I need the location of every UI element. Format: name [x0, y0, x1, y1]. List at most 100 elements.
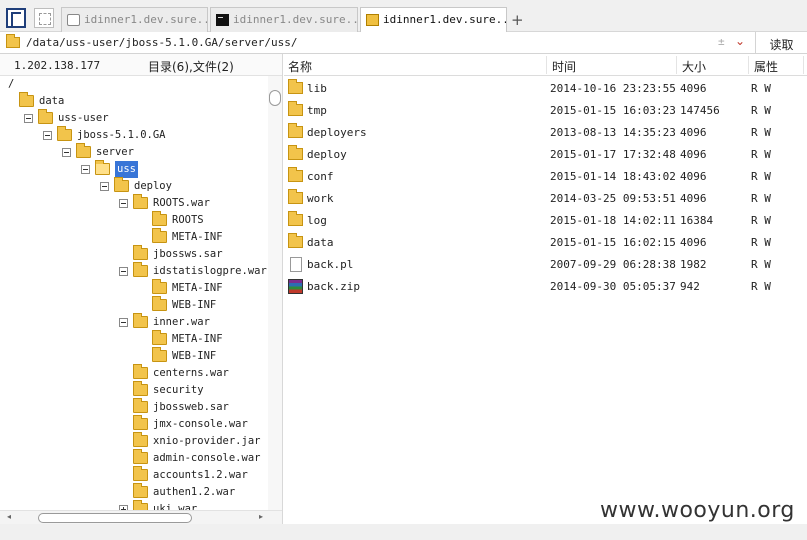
column-time[interactable]: 时间 — [552, 58, 576, 75]
read-button[interactable]: 读取 — [755, 32, 807, 54]
new-tab-button[interactable]: + — [511, 11, 524, 29]
tab-document[interactable]: idinner1.dev.sure... — [61, 7, 208, 32]
tree-node-label: META-INF — [172, 231, 223, 243]
tree-node-label: accounts1.2.war — [153, 469, 248, 481]
tree-node-label: META-INF — [172, 282, 223, 294]
tree-node-label: uss — [115, 161, 138, 178]
file-attr: R W — [751, 170, 771, 183]
file-size: 4096 — [680, 148, 707, 161]
file-time: 2015-01-17 17:32:48 — [550, 148, 676, 161]
file-name: conf — [307, 170, 334, 183]
folder-icon — [6, 34, 20, 48]
tab-file-manager[interactable]: idinner1.dev.sure... — [360, 7, 507, 33]
file-attr: R W — [751, 214, 771, 227]
folder-icon — [95, 160, 110, 175]
file-row[interactable]: deployers 2013-08-13 14:35:23 4096 R W — [284, 122, 807, 144]
tree-node-label: jbossweb.sar — [153, 401, 229, 413]
file-size: 4096 — [680, 126, 707, 139]
folder-icon — [288, 79, 303, 94]
folder-icon — [133, 398, 148, 413]
tree-node-label: ROOTS.war — [153, 197, 210, 209]
folder-icon — [76, 143, 91, 158]
file-size: 4096 — [680, 192, 707, 205]
collapse-icon[interactable] — [24, 114, 33, 123]
scroll-thumb[interactable] — [269, 90, 281, 106]
folder-icon — [133, 483, 148, 498]
file-row[interactable]: back.pl 2007-09-29 06:28:38 1982 R W — [284, 254, 807, 276]
folder-icon — [366, 14, 379, 26]
collapse-icon[interactable] — [100, 182, 109, 191]
file-row[interactable]: deploy 2015-01-17 17:32:48 4096 R W — [284, 144, 807, 166]
file-size: 4096 — [680, 82, 707, 95]
tab-terminal[interactable]: idinner1.dev.sure... — [210, 7, 358, 32]
tree-node-label: inner.war — [153, 316, 210, 328]
folder-icon — [38, 109, 53, 124]
scroll-right-icon[interactable]: ▸ — [259, 512, 263, 521]
file-row[interactable]: data 2015-01-15 16:02:15 4096 R W — [284, 232, 807, 254]
column-size[interactable]: 大小 — [682, 58, 706, 75]
folder-icon — [152, 279, 167, 294]
file-name: log — [307, 214, 327, 227]
folder-icon — [152, 228, 167, 243]
file-row[interactable]: log 2015-01-18 14:02:11 16384 R W — [284, 210, 807, 232]
file-row[interactable]: conf 2015-01-14 18:43:02 4096 R W — [284, 166, 807, 188]
file-row[interactable]: work 2014-03-25 09:53:51 4096 R W — [284, 188, 807, 210]
tree-node-label: server — [96, 146, 134, 158]
file-size: 4096 — [680, 170, 707, 183]
tree-node-label: jboss-5.1.0.GA — [77, 129, 166, 141]
file-size: 942 — [680, 280, 700, 293]
scroll-left-icon[interactable]: ◂ — [7, 512, 11, 521]
tree-node-label: uki.war — [153, 503, 198, 510]
collapse-icon[interactable] — [62, 148, 71, 157]
file-name: data — [307, 236, 334, 249]
folder-icon — [288, 189, 303, 204]
collapse-icon[interactable] — [119, 318, 128, 327]
tree-node-label: admin-console.war — [153, 452, 261, 464]
folder-icon — [133, 364, 148, 379]
file-attr: R W — [751, 192, 771, 205]
collapse-icon[interactable] — [119, 199, 128, 208]
collapse-icon[interactable] — [81, 165, 90, 174]
folder-icon — [133, 194, 148, 209]
file-row[interactable]: tmp 2015-01-15 16:03:23 147456 R W — [284, 100, 807, 122]
tree-node-label: centerns.war — [153, 367, 229, 379]
directory-tree: / data uss-user jboss-5.1.0.GA server uss depl… — [0, 76, 268, 510]
tree-node-label: data — [39, 95, 65, 107]
chevron-down-icon[interactable]: ⌄ — [735, 34, 745, 48]
collapse-icon[interactable] — [119, 267, 128, 276]
file-list-header: 名称 时间 大小 属性 — [284, 54, 807, 76]
folder-icon — [133, 466, 148, 481]
column-name[interactable]: 名称 — [288, 58, 312, 75]
file-row[interactable]: back.zip 2014-09-30 05:05:37 942 R W — [284, 276, 807, 298]
file-time: 2013-08-13 14:35:23 — [550, 126, 676, 139]
file-row[interactable]: lib 2014-10-16 23:23:55 4096 R W — [284, 78, 807, 100]
file-name: back.pl — [307, 258, 354, 271]
folder-icon — [152, 330, 167, 345]
tree-node-label: idstatislogpre.war — [153, 265, 267, 277]
scroll-thumb[interactable] — [38, 513, 192, 523]
file-attr: R W — [751, 258, 771, 271]
file-size: 147456 — [680, 104, 720, 117]
tree-vertical-scrollbar[interactable] — [268, 76, 282, 510]
file-attr: R W — [751, 82, 771, 95]
info-bar: 1.202.138.177 目录(6),文件(2) — [0, 54, 282, 76]
file-name: deploy — [307, 148, 347, 161]
screenshot-icon[interactable] — [34, 8, 54, 28]
column-attr[interactable]: 属性 — [754, 58, 778, 75]
tree-node-label: META-INF — [172, 333, 223, 345]
folder-icon — [19, 92, 34, 107]
tree-panel: 1.202.138.177 目录(6),文件(2) / data uss-user j… — [0, 54, 283, 524]
tree-horizontal-scrollbar[interactable]: ◂ ▸ — [0, 510, 282, 524]
archive-icon — [288, 279, 303, 294]
folder-icon — [114, 177, 129, 192]
status-bar — [0, 524, 807, 540]
document-icon — [67, 14, 80, 26]
path-input[interactable]: /data/uss-user/jboss-5.1.0.GA/server/uss… — [26, 36, 298, 49]
panel-toggle-icon[interactable] — [6, 8, 26, 28]
tree-node-label: ROOTS — [172, 214, 204, 226]
file-time: 2015-01-18 14:02:11 — [550, 214, 676, 227]
tree-node-label: xnio-provider.jar — [153, 435, 261, 447]
collapse-icon[interactable] — [43, 131, 52, 140]
watermark: www.wooyun.org — [600, 498, 795, 523]
terminal-icon — [216, 14, 229, 26]
